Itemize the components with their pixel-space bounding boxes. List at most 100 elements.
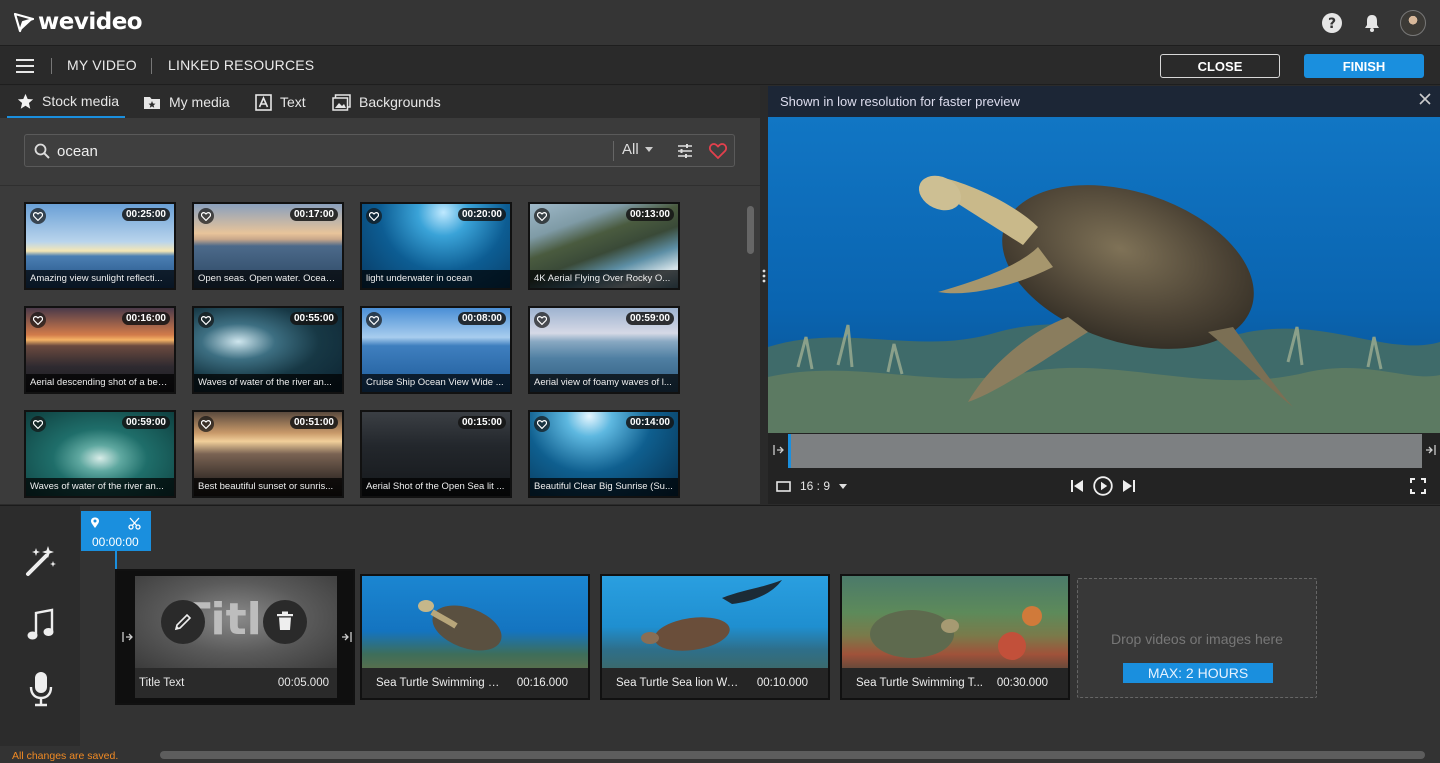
playhead-time: 00:00:00 <box>92 535 139 549</box>
media-thumbnail[interactable]: 00:55:00 Waves of water of the river an.… <box>192 306 344 394</box>
preview-controls: 16 : 9 <box>768 468 1440 504</box>
clip-duration: 00:05.000 <box>277 677 329 689</box>
media-thumbnail[interactable]: 00:13:00 4K Aerial Flying Over Rocky O..… <box>528 202 680 290</box>
text-icon <box>255 93 272 111</box>
skip-back-icon[interactable] <box>1070 479 1084 493</box>
fullscreen-icon[interactable] <box>1410 478 1426 494</box>
timeline-scrollbar[interactable] <box>160 751 1425 759</box>
delete-trash-icon[interactable] <box>263 600 307 644</box>
tab-stock-media[interactable]: Stock media <box>7 86 125 118</box>
media-thumbnail[interactable]: 00:14:00 Beautiful Clear Big Sunrise (Su… <box>528 410 680 498</box>
media-caption: Best beautiful sunset or sunris... <box>194 478 342 496</box>
favorite-heart-icon[interactable] <box>366 312 382 328</box>
clip-duration: 00:10.000 <box>756 677 808 689</box>
timeline-video-clip[interactable]: Sea Turtle Swimming T... 00:30.000 <box>840 574 1070 700</box>
duration-badge: 00:55:00 <box>289 312 338 325</box>
media-thumbnail[interactable]: 00:59:00 Waves of water of the river an.… <box>24 410 176 498</box>
media-tabs: Stock media My media Text Backgrounds <box>0 86 760 118</box>
timeline-video-clip[interactable]: Sea Turtle Sea lion Wat... 00:10.000 <box>600 574 830 700</box>
media-caption: Amazing view sunlight reflecti... <box>26 270 174 288</box>
preview-scrubber-track[interactable] <box>788 434 1422 468</box>
clip-meta: Sea Turtle Swimming T... 00:30.000 <box>842 668 1068 698</box>
tab-label: Text <box>280 94 306 110</box>
edit-pencil-icon[interactable] <box>161 600 205 644</box>
trim-out-icon[interactable] <box>1425 444 1437 456</box>
hamburger-menu-icon[interactable] <box>16 59 34 73</box>
filter-sliders-icon[interactable] <box>677 143 693 159</box>
drop-zone-text: Drop videos or images here <box>1111 631 1283 647</box>
favorite-heart-icon[interactable] <box>30 416 46 432</box>
svg-text:?: ? <box>1328 16 1336 32</box>
media-thumbnail[interactable]: 00:16:00 Aerial descending shot of a bea… <box>24 306 176 394</box>
favorite-heart-icon[interactable] <box>534 416 550 432</box>
user-avatar[interactable] <box>1400 10 1426 36</box>
tab-text[interactable]: Text <box>255 86 306 118</box>
timeline-panel: 00:00:00 Title Title Text 00:05.000 Sea … <box>0 505 1440 763</box>
trim-out-icon[interactable] <box>341 631 353 643</box>
search-input[interactable] <box>57 141 577 161</box>
media-type-filter-dropdown[interactable]: All <box>622 141 653 158</box>
notifications-bell-icon[interactable] <box>1360 11 1384 35</box>
linked-resources-link[interactable]: LINKED RESOURCES <box>168 57 314 73</box>
max-duration-badge: MAX: 2 HOURS <box>1123 663 1273 683</box>
title-thumbnail: Title <box>135 576 337 668</box>
microphone-icon[interactable] <box>22 670 60 708</box>
tab-my-media[interactable]: My media <box>143 86 230 118</box>
finish-button[interactable]: FINISH <box>1304 54 1424 78</box>
magic-wand-icon[interactable] <box>22 542 60 580</box>
search-divider <box>613 141 614 161</box>
media-thumbnail[interactable]: 00:17:00 Open seas. Open water. Ocean ..… <box>192 202 344 290</box>
media-thumbnail[interactable]: 00:15:00 Aerial Shot of the Open Sea lit… <box>360 410 512 498</box>
drop-zone[interactable]: Drop videos or images here MAX: 2 HOURS <box>1077 578 1317 698</box>
favorite-heart-icon[interactable] <box>30 312 46 328</box>
media-thumbnail[interactable]: 00:08:00 Cruise Ship Ocean View Wide ... <box>360 306 512 394</box>
clip-name: Sea Turtle Swimming T... <box>856 677 983 689</box>
panel-splitter[interactable] <box>760 86 768 504</box>
media-caption: Waves of water of the river an... <box>194 374 342 392</box>
title-text-clip[interactable]: Title Title Text 00:05.000 <box>115 569 355 705</box>
image-icon <box>332 93 351 111</box>
trim-in-icon[interactable] <box>121 631 133 643</box>
favorite-heart-icon[interactable] <box>534 312 550 328</box>
media-grid-scrollbar[interactable] <box>747 206 754 254</box>
close-button[interactable]: CLOSE <box>1160 54 1280 78</box>
wevideo-logo[interactable]: wevideo <box>14 9 143 35</box>
favorite-heart-icon[interactable] <box>198 416 214 432</box>
skip-forward-icon[interactable] <box>1122 479 1136 493</box>
media-caption: Waves of water of the river an... <box>26 478 174 496</box>
close-icon[interactable] <box>1418 92 1432 106</box>
aspect-ratio-dropdown[interactable]: 16 : 9 <box>776 479 848 493</box>
clip-meta: Sea Turtle Swimming U... 00:16.000 <box>362 668 588 698</box>
chevron-down-icon <box>644 147 653 152</box>
my-video-link[interactable]: MY VIDEO <box>67 57 137 73</box>
media-thumbnail[interactable]: 00:51:00 Best beautiful sunset or sunris… <box>192 410 344 498</box>
favorite-heart-icon[interactable] <box>534 208 550 224</box>
media-thumbnail[interactable]: 00:20:00 light underwater in ocean <box>360 202 512 290</box>
playhead-marker[interactable]: 00:00:00 <box>81 511 151 551</box>
scissors-icon[interactable] <box>128 517 141 530</box>
media-caption: Beautiful Clear Big Sunrise (Su... <box>530 478 678 496</box>
tab-backgrounds[interactable]: Backgrounds <box>332 86 441 118</box>
preview-scrubber-handle[interactable] <box>788 434 791 468</box>
trim-in-icon[interactable] <box>772 444 784 456</box>
media-caption: 4K Aerial Flying Over Rocky O... <box>530 270 678 288</box>
timeline-video-clip[interactable]: Sea Turtle Swimming U... 00:16.000 <box>360 574 590 700</box>
video-frame[interactable] <box>768 117 1440 433</box>
favorite-heart-icon[interactable] <box>198 312 214 328</box>
favorites-heart-icon[interactable] <box>709 143 727 159</box>
media-thumbnail[interactable]: 00:59:00 Aerial view of foamy waves of l… <box>528 306 680 394</box>
favorite-heart-icon[interactable] <box>366 208 382 224</box>
play-icon[interactable] <box>1093 476 1113 496</box>
clip-duration: 00:30.000 <box>996 677 1048 689</box>
media-library-panel: Stock media My media Text Backgrounds Al… <box>0 86 760 504</box>
duration-badge: 00:13:00 <box>625 208 674 221</box>
video-preview-panel: Shown in low resolution for faster previ… <box>768 86 1440 504</box>
help-icon[interactable]: ? <box>1320 11 1344 35</box>
music-note-icon[interactable] <box>22 606 60 644</box>
drag-handle-icon[interactable] <box>761 268 767 284</box>
clip-name: Title Text <box>139 677 185 689</box>
media-thumbnail[interactable]: 00:25:00 Amazing view sunlight reflecti.… <box>24 202 176 290</box>
favorite-heart-icon[interactable] <box>198 208 214 224</box>
media-caption: light underwater in ocean <box>362 270 510 288</box>
favorite-heart-icon[interactable] <box>30 208 46 224</box>
